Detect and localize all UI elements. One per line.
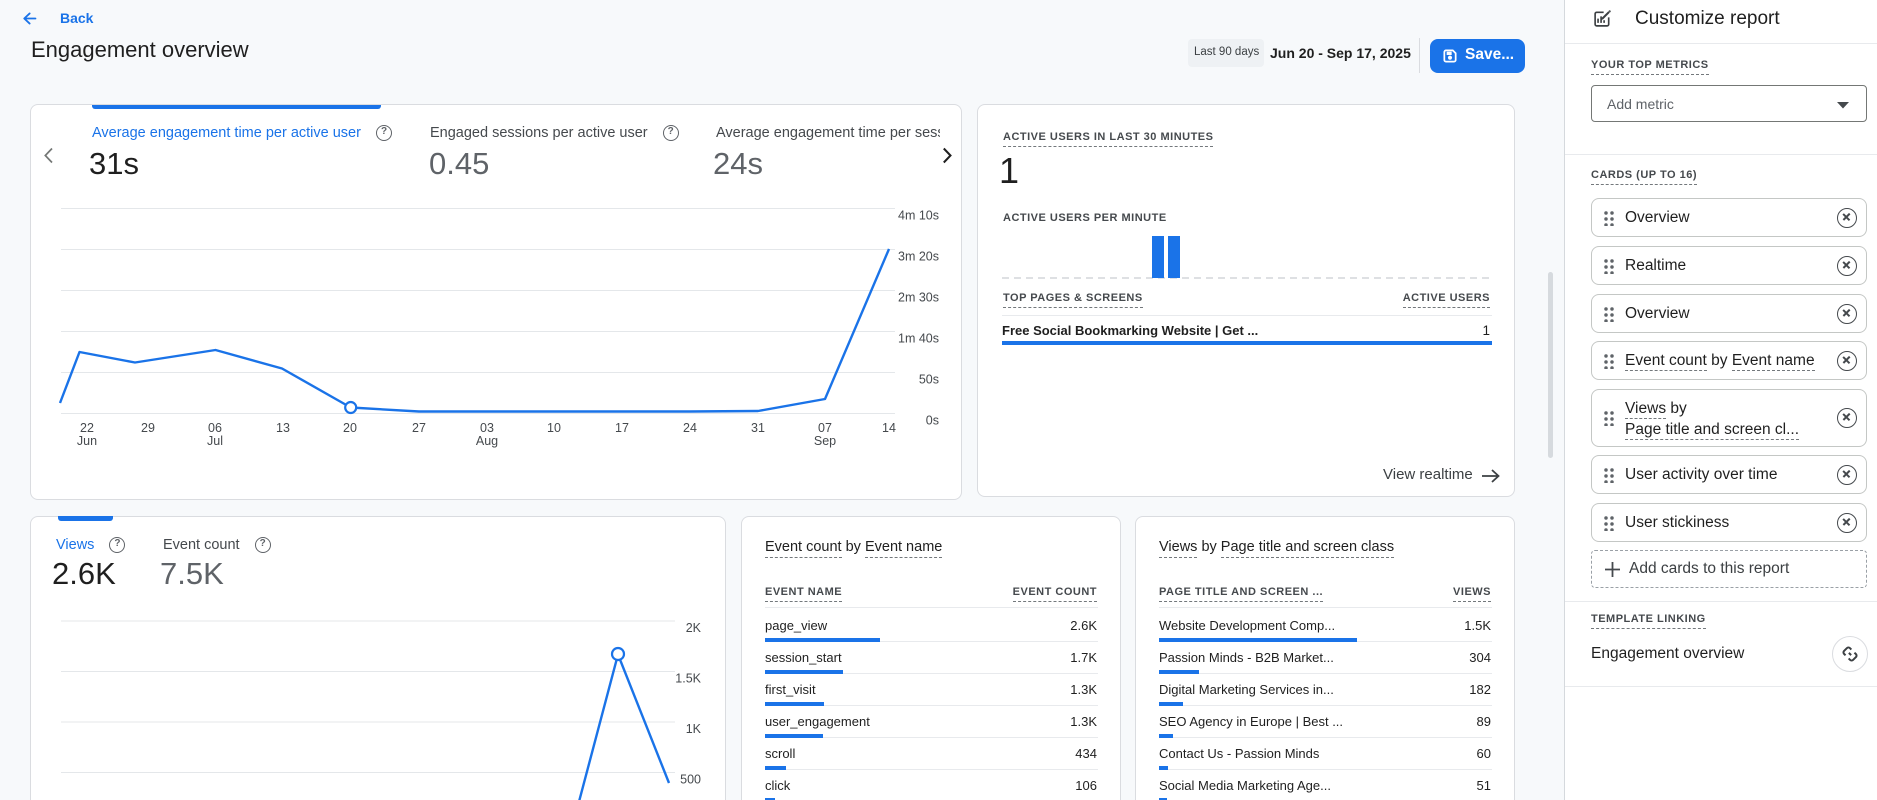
svg-text:22: 22 <box>80 421 94 435</box>
svg-text:1m 40s: 1m 40s <box>898 332 939 346</box>
svg-text:0s: 0s <box>926 414 939 428</box>
svg-text:07: 07 <box>818 421 832 435</box>
svg-text:50s: 50s <box>919 373 939 387</box>
svg-text:27: 27 <box>412 421 426 435</box>
svg-text:06: 06 <box>208 421 222 435</box>
svg-text:3m 20s: 3m 20s <box>898 250 939 264</box>
svg-text:4m 10s: 4m 10s <box>898 209 939 223</box>
svg-text:03: 03 <box>480 421 494 435</box>
svg-text:10: 10 <box>547 421 561 435</box>
svg-text:Jul: Jul <box>207 434 223 448</box>
svg-text:24: 24 <box>683 421 697 435</box>
svg-text:500: 500 <box>680 773 701 787</box>
svg-text:2m 30s: 2m 30s <box>898 291 939 305</box>
svg-text:Jun: Jun <box>77 434 97 448</box>
svg-text:29: 29 <box>141 421 155 435</box>
svg-text:Aug: Aug <box>476 434 498 448</box>
svg-text:Sep: Sep <box>814 434 836 448</box>
svg-text:31: 31 <box>751 421 765 435</box>
svg-text:1.5K: 1.5K <box>675 672 701 686</box>
svg-text:1K: 1K <box>686 722 702 736</box>
svg-text:13: 13 <box>276 421 290 435</box>
svg-text:20: 20 <box>343 421 357 435</box>
svg-text:17: 17 <box>615 421 629 435</box>
svg-text:2K: 2K <box>686 621 702 635</box>
svg-text:14: 14 <box>882 421 896 435</box>
